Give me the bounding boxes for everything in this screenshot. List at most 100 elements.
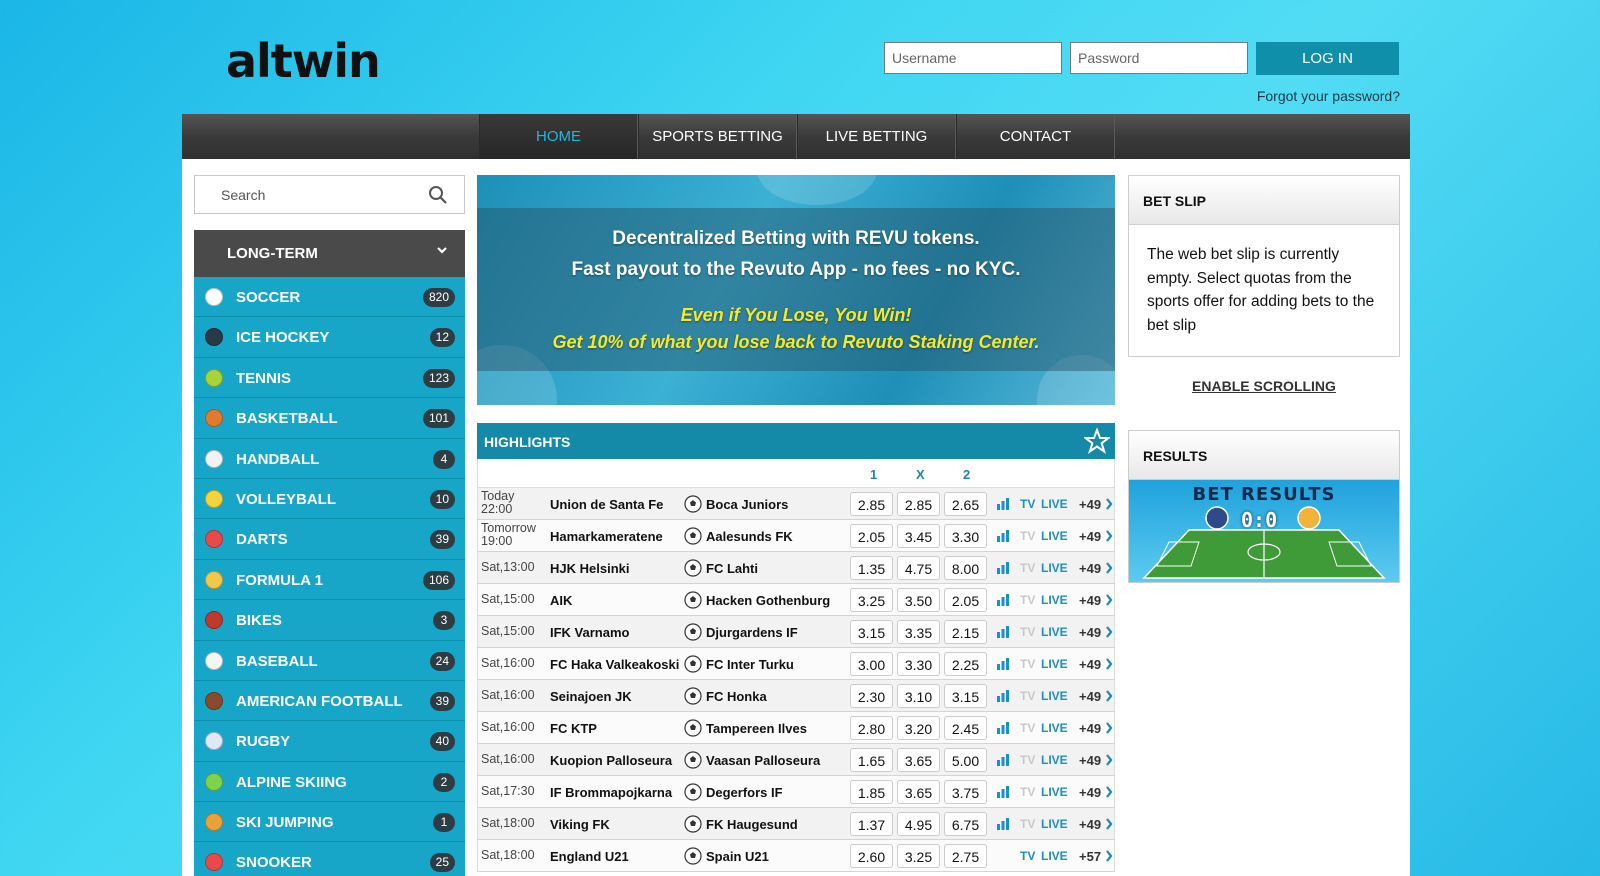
chevron-right-icon[interactable] bbox=[1105, 754, 1113, 766]
away-team[interactable]: Aalesunds FK bbox=[706, 529, 793, 544]
live-link[interactable]: LIVE bbox=[1041, 817, 1068, 831]
match-row[interactable]: Sat,15:00 IFK Varnamo Djurgardens IF 3.15 3.… bbox=[477, 616, 1115, 648]
more-markets-link[interactable]: +57 bbox=[1079, 849, 1101, 864]
nav-live-betting[interactable]: LIVE BETTING bbox=[797, 114, 956, 159]
chevron-right-icon[interactable] bbox=[1105, 530, 1113, 542]
username-input[interactable] bbox=[884, 42, 1062, 74]
odd-home-button[interactable]: 2.05 bbox=[850, 524, 893, 548]
stats-icon[interactable] bbox=[997, 562, 1012, 574]
home-team[interactable]: IF Brommapojkarna bbox=[550, 785, 672, 800]
tv-link[interactable]: TV bbox=[1020, 497, 1035, 511]
chevron-right-icon[interactable] bbox=[1105, 690, 1113, 702]
stats-icon[interactable] bbox=[997, 530, 1012, 542]
tv-link[interactable]: TV bbox=[1020, 689, 1035, 703]
sport-item[interactable]: HANDBALL 4 bbox=[194, 438, 465, 479]
match-row[interactable]: Today 22:00 Union de Santa Fe Boca Juniors… bbox=[477, 488, 1115, 520]
sport-item[interactable]: BASKETBALL 101 bbox=[194, 398, 465, 439]
more-markets-link[interactable]: +49 bbox=[1079, 657, 1101, 672]
live-link[interactable]: LIVE bbox=[1041, 625, 1068, 639]
sport-item[interactable]: AMERICAN FOOTBALL 39 bbox=[194, 680, 465, 722]
live-link[interactable]: LIVE bbox=[1041, 561, 1068, 575]
live-link[interactable]: LIVE bbox=[1041, 785, 1068, 799]
match-row[interactable]: Sat,16:00 Kuopion Palloseura Vaasan Pallos… bbox=[477, 744, 1115, 776]
odd-draw-button[interactable]: 3.30 bbox=[897, 652, 940, 676]
odd-home-button[interactable]: 1.35 bbox=[850, 556, 893, 580]
odd-draw-button[interactable]: 4.75 bbox=[897, 556, 940, 580]
tv-link[interactable]: TV bbox=[1020, 785, 1035, 799]
odd-away-button[interactable]: 3.15 bbox=[944, 684, 987, 708]
odd-away-button[interactable]: 3.30 bbox=[944, 524, 987, 548]
match-row[interactable]: Sat,15:00 AIK Hacken Gothenburg 3.25 3.50 2.0… bbox=[477, 584, 1115, 616]
sport-item[interactable]: RUGBY 40 bbox=[194, 721, 465, 762]
more-markets-link[interactable]: +49 bbox=[1079, 625, 1101, 640]
stats-icon[interactable] bbox=[997, 626, 1012, 638]
search-icon[interactable] bbox=[428, 185, 448, 205]
home-team[interactable]: HJK Helsinki bbox=[550, 561, 629, 576]
away-team[interactable]: Tampereen Ilves bbox=[706, 721, 807, 736]
live-link[interactable]: LIVE bbox=[1041, 657, 1068, 671]
live-link[interactable]: LIVE bbox=[1041, 849, 1068, 863]
live-link[interactable]: LIVE bbox=[1041, 593, 1068, 607]
match-row[interactable]: Sat,16:00 Seinajoen JK FC Honka 2.30 3.10 3.1… bbox=[477, 680, 1115, 712]
live-link[interactable]: LIVE bbox=[1041, 497, 1068, 511]
odd-draw-button[interactable]: 3.65 bbox=[897, 748, 940, 772]
more-markets-link[interactable]: +49 bbox=[1079, 561, 1101, 576]
odd-draw-button[interactable]: 3.45 bbox=[897, 524, 940, 548]
tv-link[interactable]: TV bbox=[1020, 561, 1035, 575]
sport-item[interactable]: SOCCER 820 bbox=[194, 277, 465, 318]
chevron-right-icon[interactable] bbox=[1105, 850, 1113, 862]
sport-item[interactable]: BIKES 3 bbox=[194, 600, 465, 641]
away-team[interactable]: FC Inter Turku bbox=[706, 657, 794, 672]
match-row[interactable]: Sat,18:00 England U21 Spain U21 2.60 3.25 2.7… bbox=[477, 840, 1115, 872]
stats-icon[interactable] bbox=[997, 658, 1012, 670]
enable-scrolling-link[interactable]: ENABLE SCROLLING bbox=[1128, 378, 1400, 394]
odd-home-button[interactable]: 2.30 bbox=[850, 684, 893, 708]
tv-link[interactable]: TV bbox=[1020, 593, 1035, 607]
home-team[interactable]: AIK bbox=[550, 593, 572, 608]
live-link[interactable]: LIVE bbox=[1041, 721, 1068, 735]
away-team[interactable]: FK Haugesund bbox=[706, 817, 798, 832]
odd-draw-button[interactable]: 4.95 bbox=[897, 812, 940, 836]
promo-banner[interactable]: Decentralized Betting with REVU tokens. … bbox=[477, 175, 1115, 405]
odd-home-button[interactable]: 1.65 bbox=[850, 748, 893, 772]
home-team[interactable]: Kuopion Palloseura bbox=[550, 753, 672, 768]
bet-results-image[interactable]: BET RESULTS 0:0 bbox=[1129, 480, 1399, 582]
odd-draw-button[interactable]: 3.20 bbox=[897, 716, 940, 740]
chevron-right-icon[interactable] bbox=[1105, 722, 1113, 734]
home-team[interactable]: Seinajoen JK bbox=[550, 689, 632, 704]
odd-away-button[interactable]: 2.05 bbox=[944, 588, 987, 612]
match-row[interactable]: Sat,17:30 IF Brommapojkarna Degerfors IF 1.… bbox=[477, 776, 1115, 808]
chevron-right-icon[interactable] bbox=[1105, 626, 1113, 638]
altwin-logo[interactable]: altwin bbox=[226, 34, 381, 88]
odd-draw-button[interactable]: 3.25 bbox=[897, 844, 940, 868]
away-team[interactable]: Boca Juniors bbox=[706, 497, 788, 512]
home-team[interactable]: Viking FK bbox=[550, 817, 610, 832]
long-term-dropdown[interactable]: LONG-TERM bbox=[194, 230, 465, 277]
stats-icon[interactable] bbox=[997, 818, 1012, 830]
odd-draw-button[interactable]: 3.10 bbox=[897, 684, 940, 708]
odd-away-button[interactable]: 8.00 bbox=[944, 556, 987, 580]
away-team[interactable]: FC Lahti bbox=[706, 561, 758, 576]
odd-home-button[interactable]: 3.00 bbox=[850, 652, 893, 676]
home-team[interactable]: FC KTP bbox=[550, 721, 597, 736]
tv-link[interactable]: TV bbox=[1020, 721, 1035, 735]
live-link[interactable]: LIVE bbox=[1041, 529, 1068, 543]
home-team[interactable]: Hamarkameratene bbox=[550, 529, 663, 544]
search-input[interactable]: Search bbox=[194, 175, 465, 214]
sport-item[interactable]: ICE HOCKEY 12 bbox=[194, 317, 465, 358]
chevron-right-icon[interactable] bbox=[1105, 786, 1113, 798]
stats-icon[interactable] bbox=[997, 722, 1012, 734]
match-row[interactable]: Sat,16:00 FC KTP Tampereen Ilves 2.80 3.20 2.… bbox=[477, 712, 1115, 744]
tv-link[interactable]: TV bbox=[1020, 625, 1035, 639]
nav-sports-betting[interactable]: SPORTS BETTING bbox=[638, 114, 797, 159]
away-team[interactable]: Spain U21 bbox=[706, 849, 769, 864]
forgot-password-link[interactable]: Forgot your password? bbox=[1252, 88, 1400, 104]
away-team[interactable]: FC Honka bbox=[706, 689, 767, 704]
chevron-right-icon[interactable] bbox=[1105, 562, 1113, 574]
odd-away-button[interactable]: 3.75 bbox=[944, 780, 987, 804]
sport-item[interactable]: SNOOKER 25 bbox=[194, 842, 465, 876]
sport-item[interactable]: FORMULA 1 106 bbox=[194, 559, 465, 601]
match-row[interactable]: Sat,16:00 FC Haka Valkeakoski FC Inter Tur… bbox=[477, 648, 1115, 680]
odd-home-button[interactable]: 1.37 bbox=[850, 812, 893, 836]
more-markets-link[interactable]: +49 bbox=[1079, 593, 1101, 608]
